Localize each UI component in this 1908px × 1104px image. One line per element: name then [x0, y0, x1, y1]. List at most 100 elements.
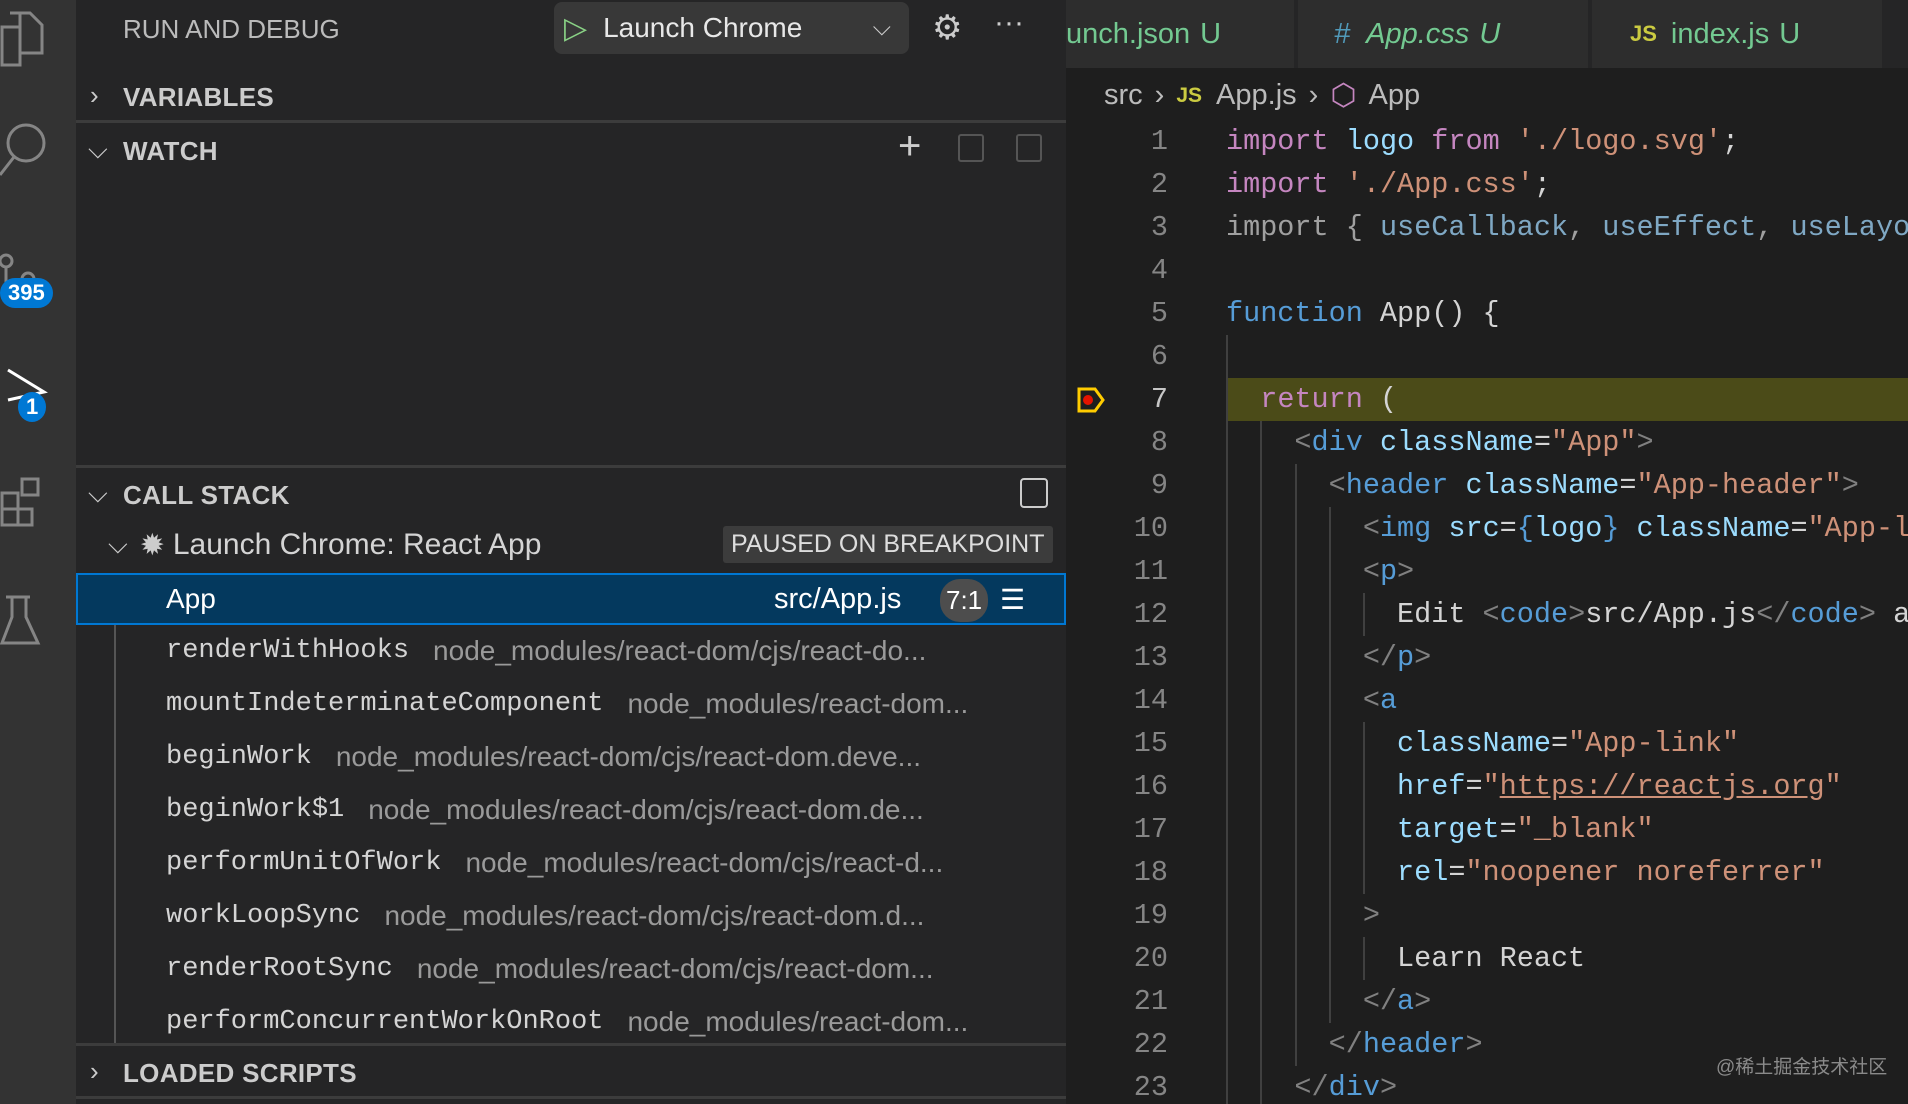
code-token: './App.css' — [1345, 168, 1534, 201]
stack-frame[interactable]: renderRootSync node_modules/react-dom/cjs… — [76, 943, 1066, 995]
code-token: logo — [1345, 125, 1415, 158]
code-text: import './App.css'; — [1226, 163, 1551, 206]
code-token: a — [1379, 684, 1398, 717]
code-token: < — [1482, 598, 1500, 631]
stack-frame[interactable]: mountIndeterminateComponent node_modules/… — [76, 678, 1066, 730]
stack-frame[interactable]: performConcurrentWorkOnRoot node_modules/… — [76, 996, 1066, 1048]
search-button[interactable] — [0, 114, 76, 184]
extensions-icon — [0, 477, 40, 527]
code-token: p — [1397, 641, 1415, 674]
chevron-down-icon: ⌵ — [88, 478, 108, 508]
code-line: 18 rel="noopener noreferrer" — [1066, 851, 1908, 894]
code-token: useEffect — [1602, 211, 1757, 244]
frame-path: node_modules/react-dom/cjs/react-dom... — [416, 953, 934, 984]
stack-frame-selected[interactable]: App src/App.js 7:1 ☰ — [76, 573, 1066, 625]
launch-config-dropdown[interactable]: ▷ Launch Chrome ⌵ — [554, 2, 909, 54]
stack-frame[interactable]: renderWithHooks node_modules/react-dom/cj… — [76, 625, 1066, 677]
start-debugging-icon[interactable]: ▷ — [564, 11, 587, 46]
debug-session[interactable]: ⌵ ✹ Launch Chrome: React App PAUSED ON B… — [76, 519, 1066, 571]
tab-app-css[interactable]: # App.css U — [1298, 0, 1588, 68]
line-number: 20 — [1133, 942, 1168, 975]
code-token: = — [1790, 512, 1808, 545]
line-number: 8 — [1150, 426, 1168, 459]
code-token: > — [1636, 426, 1654, 459]
tab-index-js[interactable]: JS index.js U — [1592, 0, 1882, 68]
code-line: 20 Learn React — [1066, 937, 1908, 980]
activity-bar: 395 1 — [0, 0, 76, 1104]
line-number: 14 — [1133, 684, 1168, 717]
js-file-icon: JS — [1630, 21, 1657, 46]
code-token: header — [1362, 1028, 1466, 1061]
line-number: 6 — [1150, 340, 1168, 373]
restart-frame-icon[interactable]: ☰ — [1000, 583, 1025, 616]
code-token: './logo.svg' — [1516, 125, 1723, 158]
code-token: > — [1414, 985, 1432, 1018]
call-stack-label: CALL STACK — [123, 480, 290, 510]
line-number: 21 — [1133, 985, 1168, 1018]
code-token: < — [1362, 684, 1380, 717]
code-token: "App-link" — [1568, 727, 1740, 760]
code-token: > — [1414, 641, 1432, 674]
collapse-all-icon[interactable] — [1020, 478, 1048, 508]
code-token: https://reactjs.org — [1499, 770, 1825, 803]
gear-icon[interactable]: ⚙ — [932, 8, 962, 48]
code-text: <p> — [1226, 550, 1414, 593]
code-token: rel — [1397, 856, 1449, 889]
code-token: className — [1636, 512, 1791, 545]
add-expression-icon[interactable]: + — [898, 124, 921, 169]
code-token: a — [1397, 985, 1415, 1018]
more-actions-icon[interactable]: ··· — [994, 6, 1024, 40]
collapse-all-icon[interactable] — [958, 134, 984, 162]
stack-frame[interactable]: workLoopSync node_modules/react-dom/cjs/r… — [76, 890, 1066, 942]
code-text: href="https://reactjs.org" — [1226, 765, 1842, 808]
code-token: " — [1824, 770, 1842, 803]
stack-frame[interactable]: beginWork node_modules/react-dom/cjs/reac… — [76, 731, 1066, 783]
code-line: 2 import './App.css'; — [1066, 163, 1908, 206]
code-token: function — [1226, 297, 1363, 330]
frame-path: node_modules/react-dom... — [627, 688, 969, 719]
code-area[interactable]: 1 import logo from './logo.svg'; 2 import '… — [1066, 120, 1908, 1104]
testing-button[interactable] — [0, 586, 76, 656]
code-token: useCallback — [1379, 211, 1569, 244]
variables-label: VARIABLES — [123, 82, 275, 112]
code-token: target — [1397, 813, 1500, 846]
code-text: Edit <code>src/App.js</code> and save — [1226, 593, 1908, 636]
code-text: > — [1226, 894, 1380, 937]
extensions-button[interactable] — [0, 468, 76, 538]
code-token: </ — [1328, 1028, 1363, 1061]
code-token: > — [1841, 469, 1859, 502]
tab-launch-json[interactable]: unch.json U — [1066, 0, 1294, 68]
remove-all-expressions-icon[interactable] — [1016, 134, 1042, 162]
breakpoint-paused-icon[interactable] — [1076, 386, 1106, 414]
code-token: < — [1362, 555, 1380, 588]
breadcrumb-file[interactable]: App.js — [1216, 79, 1297, 112]
source-control-button[interactable]: 395 — [0, 236, 76, 308]
code-token: div — [1328, 1071, 1380, 1104]
stack-frame[interactable]: beginWork$1 node_modules/react-dom/cjs/re… — [76, 784, 1066, 836]
code-token: = — [1499, 813, 1517, 846]
chevron-down-icon: ⌵ — [88, 134, 108, 164]
explorer-button[interactable] — [0, 4, 76, 74]
code-text: Learn React — [1226, 937, 1585, 980]
testing-icon — [0, 595, 41, 645]
run-debug-button[interactable]: 1 — [0, 352, 76, 422]
line-number: 13 — [1133, 641, 1168, 674]
breadcrumb-symbol[interactable]: App — [1369, 79, 1421, 112]
line-number: 17 — [1133, 813, 1168, 846]
code-token: > — [1379, 1071, 1398, 1104]
code-token: </ — [1362, 641, 1398, 674]
breadcrumb-folder[interactable]: src — [1104, 79, 1143, 112]
stack-frame[interactable]: performUnitOfWork node_modules/react-dom/… — [76, 837, 1066, 889]
frame-path: node_modules/react-dom/cjs/react-dom.d..… — [384, 900, 925, 931]
code-text: className="App-link" — [1226, 722, 1739, 765]
frame-name: performConcurrentWorkOnRoot — [166, 1007, 604, 1037]
code-token: ; — [1722, 125, 1740, 158]
chevron-down-icon: ⌵ — [872, 14, 891, 41]
